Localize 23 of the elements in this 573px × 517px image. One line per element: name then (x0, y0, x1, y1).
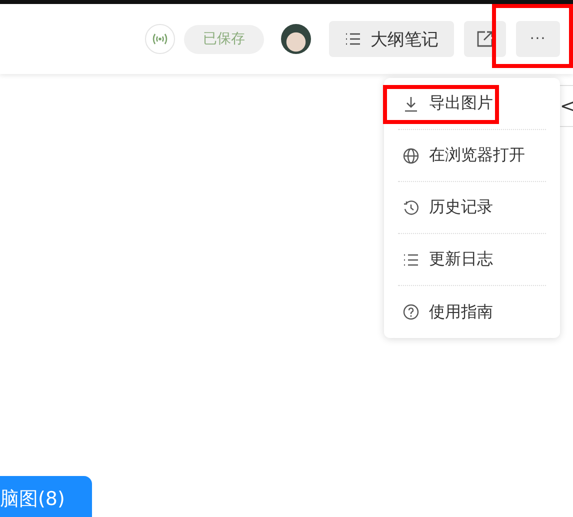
history-icon (403, 200, 419, 216)
save-status: 已保存 (184, 24, 264, 54)
menu-item-label: 更新日志 (429, 249, 493, 270)
avatar[interactable] (281, 24, 311, 54)
menu-item-label: 使用指南 (429, 302, 493, 322)
menu-item[interactable]: 在浏览器打开 (398, 130, 546, 182)
outline-notes-button[interactable]: 大纲笔记 (329, 21, 454, 57)
download-icon (403, 96, 419, 112)
more-button[interactable]: ··· (516, 21, 560, 57)
share-button[interactable] (464, 21, 506, 57)
menu-item-label: 导出图片 (429, 93, 493, 114)
menu-item[interactable]: 使用指南 (398, 286, 546, 338)
list-icon (403, 252, 419, 266)
menu-item[interactable]: 历史记录 (398, 182, 546, 234)
share-icon (476, 30, 494, 48)
globe-icon (403, 148, 419, 164)
menu-item-label: 在浏览器打开 (429, 145, 525, 166)
menu-item-label: 历史记录 (429, 197, 493, 218)
list-icon (344, 32, 360, 46)
menu-item[interactable]: 导出图片 (398, 78, 546, 130)
help-icon (403, 304, 419, 320)
collapse-button[interactable]: < (560, 96, 573, 116)
menu-item[interactable]: 更新日志 (398, 234, 546, 286)
